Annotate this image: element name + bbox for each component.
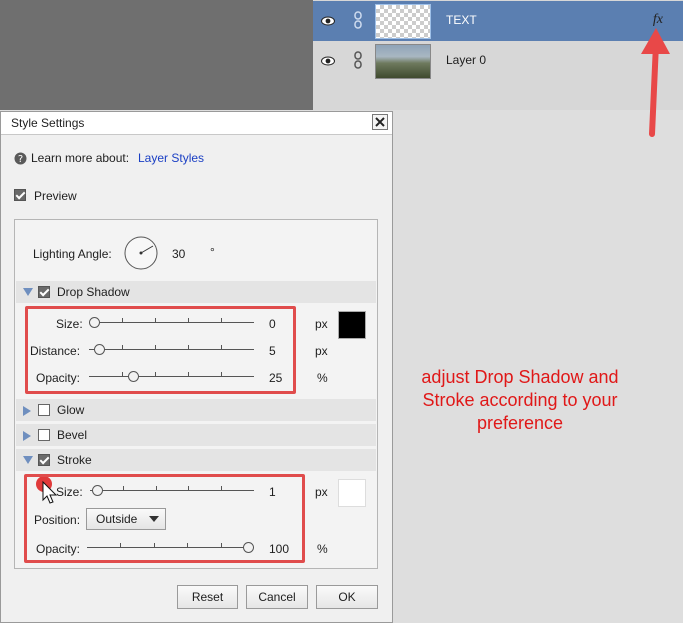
bevel-label: Bevel	[57, 428, 88, 442]
layer-thumbnail-transparent	[375, 4, 431, 39]
drop-shadow-label: Drop Shadow	[57, 285, 130, 299]
lighting-angle-dial[interactable]	[123, 235, 159, 271]
bevel-header[interactable]: Bevel	[16, 424, 376, 446]
layer-name: TEXT	[446, 13, 477, 27]
glow-label: Glow	[57, 403, 85, 417]
link-icon[interactable]	[353, 11, 363, 29]
lighting-angle-value[interactable]: 30	[172, 247, 185, 261]
layer-name: Layer 0	[446, 53, 487, 67]
canvas-area	[0, 0, 313, 110]
visibility-eye-icon[interactable]	[321, 54, 335, 68]
stroke-checkbox[interactable]	[38, 454, 50, 466]
drop-shadow-checkbox[interactable]	[38, 286, 50, 298]
bevel-checkbox[interactable]	[38, 429, 50, 441]
svg-text:?: ?	[18, 154, 23, 165]
visibility-eye-icon[interactable]	[321, 14, 335, 28]
reset-button[interactable]: Reset	[177, 585, 238, 609]
chevron-down-icon	[149, 516, 159, 522]
stroke-color-swatch[interactable]	[338, 479, 366, 507]
layer-styles-link[interactable]: Layer Styles	[138, 151, 204, 165]
expand-triangle-icon[interactable]	[23, 456, 33, 464]
style-settings-dialog: Style Settings ? Learn more about: Layer…	[0, 111, 393, 623]
glow-checkbox[interactable]	[38, 404, 50, 416]
ok-button[interactable]: OK	[316, 585, 378, 609]
position-selected-value: Outside	[96, 512, 138, 526]
ds-opacity-unit: %	[317, 371, 328, 385]
preview-checkbox[interactable]	[14, 189, 26, 201]
cancel-button[interactable]: Cancel	[246, 585, 308, 609]
expand-triangle-icon[interactable]	[23, 288, 33, 296]
stroke-position-select[interactable]: Outside	[86, 508, 166, 530]
learn-more-label: Learn more about:	[31, 151, 130, 165]
glow-header[interactable]: Glow	[16, 399, 376, 421]
stroke-size-unit: px	[315, 485, 328, 499]
collapse-triangle-icon[interactable]	[23, 406, 31, 416]
close-icon	[375, 117, 385, 127]
close-button[interactable]	[372, 114, 388, 130]
styles-panel: Lighting Angle: 30 ° Drop Shadow Size: 0…	[14, 219, 378, 569]
link-icon[interactable]	[353, 51, 363, 69]
degree-symbol: °	[210, 245, 215, 259]
layer-row-layer0[interactable]: Layer 0	[313, 41, 683, 81]
ds-size-unit: px	[315, 317, 328, 331]
annotation-highlight-box	[25, 306, 296, 394]
help-icon: ?	[14, 152, 27, 165]
stroke-opacity-unit: %	[317, 542, 328, 556]
layer-thumbnail-photo	[375, 44, 431, 79]
layers-panel: TEXT fx Layer 0	[313, 0, 683, 110]
drop-shadow-color-swatch[interactable]	[338, 311, 366, 339]
preview-label: Preview	[34, 189, 77, 203]
stroke-label: Stroke	[57, 453, 92, 467]
dialog-title: Style Settings	[11, 116, 85, 130]
title-bar: Style Settings	[1, 112, 392, 135]
layer-row-text[interactable]: TEXT fx	[313, 1, 683, 41]
collapse-triangle-icon[interactable]	[23, 431, 31, 441]
stroke-header[interactable]: Stroke	[16, 449, 376, 471]
annotation-arrow-icon	[641, 28, 670, 137]
lighting-angle-label: Lighting Angle:	[33, 247, 112, 261]
drop-shadow-header[interactable]: Drop Shadow	[16, 281, 376, 303]
ds-distance-unit: px	[315, 344, 328, 358]
annotation-text: adjust Drop Shadow and Stroke according …	[421, 367, 619, 433]
